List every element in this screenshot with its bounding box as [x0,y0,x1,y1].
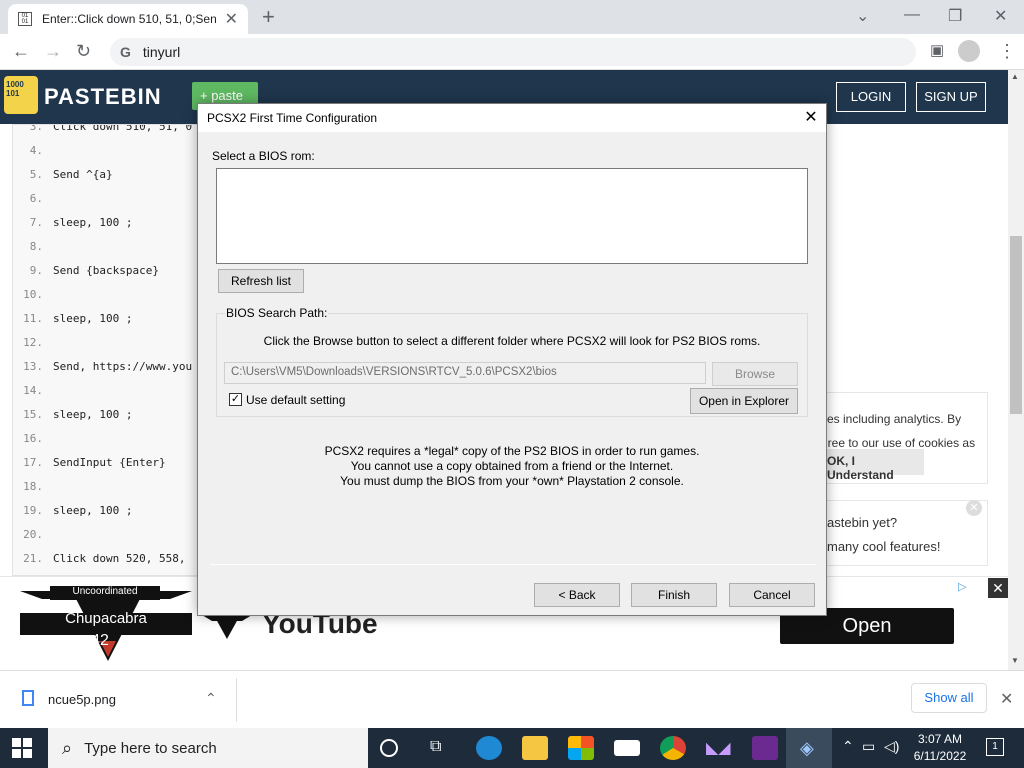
notice-line: You must dump the BIOS from your *own* P… [340,474,684,488]
browser-toolbar: ← → ↻ G tinyurl ▣ ⋮ [0,34,1024,70]
cancel-button[interactable]: Cancel [729,583,815,607]
dialog-title: PCSX2 First Time Configuration [207,111,378,125]
ad-top-label: Uncoordinated [50,586,160,600]
mail-icon[interactable] [614,740,640,756]
reload-icon[interactable]: ↻ [76,41,91,61]
bios-legal-notice: PCSX2 requires a *legal* copy of the PS2… [198,444,826,489]
bios-search-path-label: BIOS Search Path: [225,306,329,320]
bios-path-field[interactable]: C:\Users\VM5\Downloads\VERSIONS\RTCV_5.0… [224,362,706,384]
open-in-explorer-button[interactable]: Open in Explorer [690,388,798,414]
notice-line: PCSX2 requires a *legal* copy of the PS2… [324,444,700,458]
address-bar[interactable]: G tinyurl [110,38,916,66]
back-button[interactable]: < Back [534,583,620,607]
minimize-icon[interactable]: — [904,6,920,24]
forward-arrow-icon[interactable]: → [44,41,62,61]
profile-avatar[interactable] [958,40,980,62]
restore-icon[interactable]: ❐ [948,6,962,26]
download-divider [236,678,237,722]
taskbar-clock[interactable]: 3:07 AM 6/11/2022 [900,731,980,765]
download-filename[interactable]: ncue5p.png [48,692,116,707]
clock-time: 3:07 AM [917,732,963,746]
pastebin-logo-text[interactable]: PASTEBIN [44,84,162,110]
search-path-hint: Click the Browse button to select a diff… [263,334,761,348]
network-icon[interactable]: ▭ [862,738,875,755]
notice-line: You cannot use a copy obtained from a fr… [350,459,674,473]
window-close-icon[interactable]: ✕ [994,6,1007,26]
download-bar [0,670,1024,728]
use-default-label[interactable]: Use default setting [246,393,345,407]
scroll-down-icon[interactable]: ▼ [1011,656,1019,665]
use-default-checkbox[interactable]: ✓ [229,393,242,406]
clock-date: 6/11/2022 [913,749,967,763]
cookie-text-line: ses including analytics. By [821,412,962,426]
ad-number: 42 [91,632,109,649]
tab-title: Enter::Click down 510, 51, 0;Send [42,12,217,26]
pastebin-logo-icon[interactable]: 1000 101 [4,76,38,114]
volume-icon[interactable]: ◁) [884,738,899,755]
taskbar-search[interactable]: ⌕ Type here to search [48,728,368,768]
dialog-close-icon[interactable]: ✕ [798,106,824,130]
address-text: tinyurl [142,44,181,60]
cortana-icon[interactable] [380,739,398,757]
tab-search-chevron-icon[interactable]: ⌄ [856,6,869,26]
promo-box: astebin yet? many cool features! [812,500,988,566]
edge-icon[interactable] [476,736,502,760]
pcsx2-config-dialog: PCSX2 First Time Configuration ✕ Select … [197,103,827,616]
notification-icon[interactable]: 1 [986,738,1004,756]
taskbar-search-placeholder: Type here to search [84,739,217,757]
new-tab-icon[interactable]: + [262,6,275,28]
windows-start-icon[interactable] [12,738,32,758]
file-icon [22,690,34,706]
download-bar-close-icon[interactable]: ✕ [1000,689,1013,709]
login-button[interactable]: LOGIN [836,82,906,112]
signup-button[interactable]: SIGN UP [916,82,986,112]
pcsx2-icon[interactable]: ◈ [800,738,814,759]
tab-close-icon[interactable]: ✕ [225,9,238,29]
show-all-button[interactable]: Show all [911,683,987,713]
file-explorer-icon[interactable] [522,736,548,760]
ad-title: Chupacabra [65,610,147,627]
refresh-list-button[interactable]: Refresh list [218,269,304,293]
back-arrow-icon[interactable]: ← [12,41,30,61]
ad-close-button[interactable]: ✕ [988,578,1008,598]
dialog-separator [210,564,816,565]
cookie-accept-button[interactable]: OK, I Understand [824,449,924,482]
app-vw-icon[interactable]: ◣◢ [706,738,731,758]
tray-chevron-icon[interactable]: ⌃ [842,738,854,755]
chevron-up-icon[interactable]: ⌃ [205,690,217,707]
app-game-icon[interactable] [752,736,778,760]
kebab-menu-icon[interactable]: ⋮ [998,41,1016,61]
search-icon: ⌕ [62,737,73,758]
finish-button[interactable]: Finish [631,583,717,607]
chrome-icon[interactable] [660,736,686,760]
select-bios-label: Select a BIOS rom: [212,149,315,163]
bios-list[interactable] [216,168,808,264]
scroll-up-icon[interactable]: ▲ [1011,72,1019,81]
browser-tab[interactable]: 01 01 Enter::Click down 510, 51, 0;Send ✕ [8,4,248,34]
promo-text-line: astebin yet? [827,515,898,530]
task-view-icon[interactable]: ⧉ [430,738,441,756]
promo-close-icon[interactable]: ✕ [966,500,982,516]
store-icon[interactable] [568,736,594,760]
ad-info-icon[interactable]: ▷ [958,580,966,593]
browse-button[interactable]: Browse [712,362,798,386]
promo-text-line: many cool features! [827,539,941,554]
scrollbar-thumb[interactable] [1010,236,1022,414]
tab-favicon-icon: 01 01 [18,12,32,26]
side-panel-icon[interactable]: ▣ [930,41,944,61]
google-icon: G [120,44,131,60]
